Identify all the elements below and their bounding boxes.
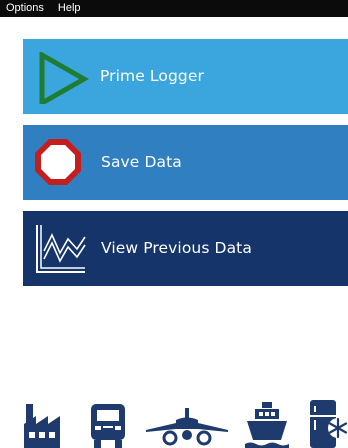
stop-octagon-icon <box>35 139 81 185</box>
view-previous-data-label: View Previous Data <box>101 239 252 257</box>
truck-icon <box>91 404 125 448</box>
airplane-icon <box>146 408 228 446</box>
menu-options[interactable]: Options <box>0 0 52 17</box>
prime-logger-label: Prime Logger <box>100 67 204 85</box>
factory-icon <box>24 404 60 448</box>
menu-help[interactable]: Help <box>52 0 89 17</box>
line-chart-icon <box>36 225 86 273</box>
transport-icons-row <box>0 394 348 448</box>
menu-bar: Options Help <box>0 0 348 17</box>
prime-logger-button[interactable]: Prime Logger <box>23 39 348 114</box>
refrigerator-icon <box>310 400 348 448</box>
ship-icon <box>245 402 289 448</box>
view-previous-data-button[interactable]: View Previous Data <box>23 211 348 286</box>
save-data-label: Save Data <box>101 153 182 171</box>
left-edge <box>0 17 11 448</box>
save-data-button[interactable]: Save Data <box>23 125 348 200</box>
play-triangle-icon <box>39 52 89 104</box>
